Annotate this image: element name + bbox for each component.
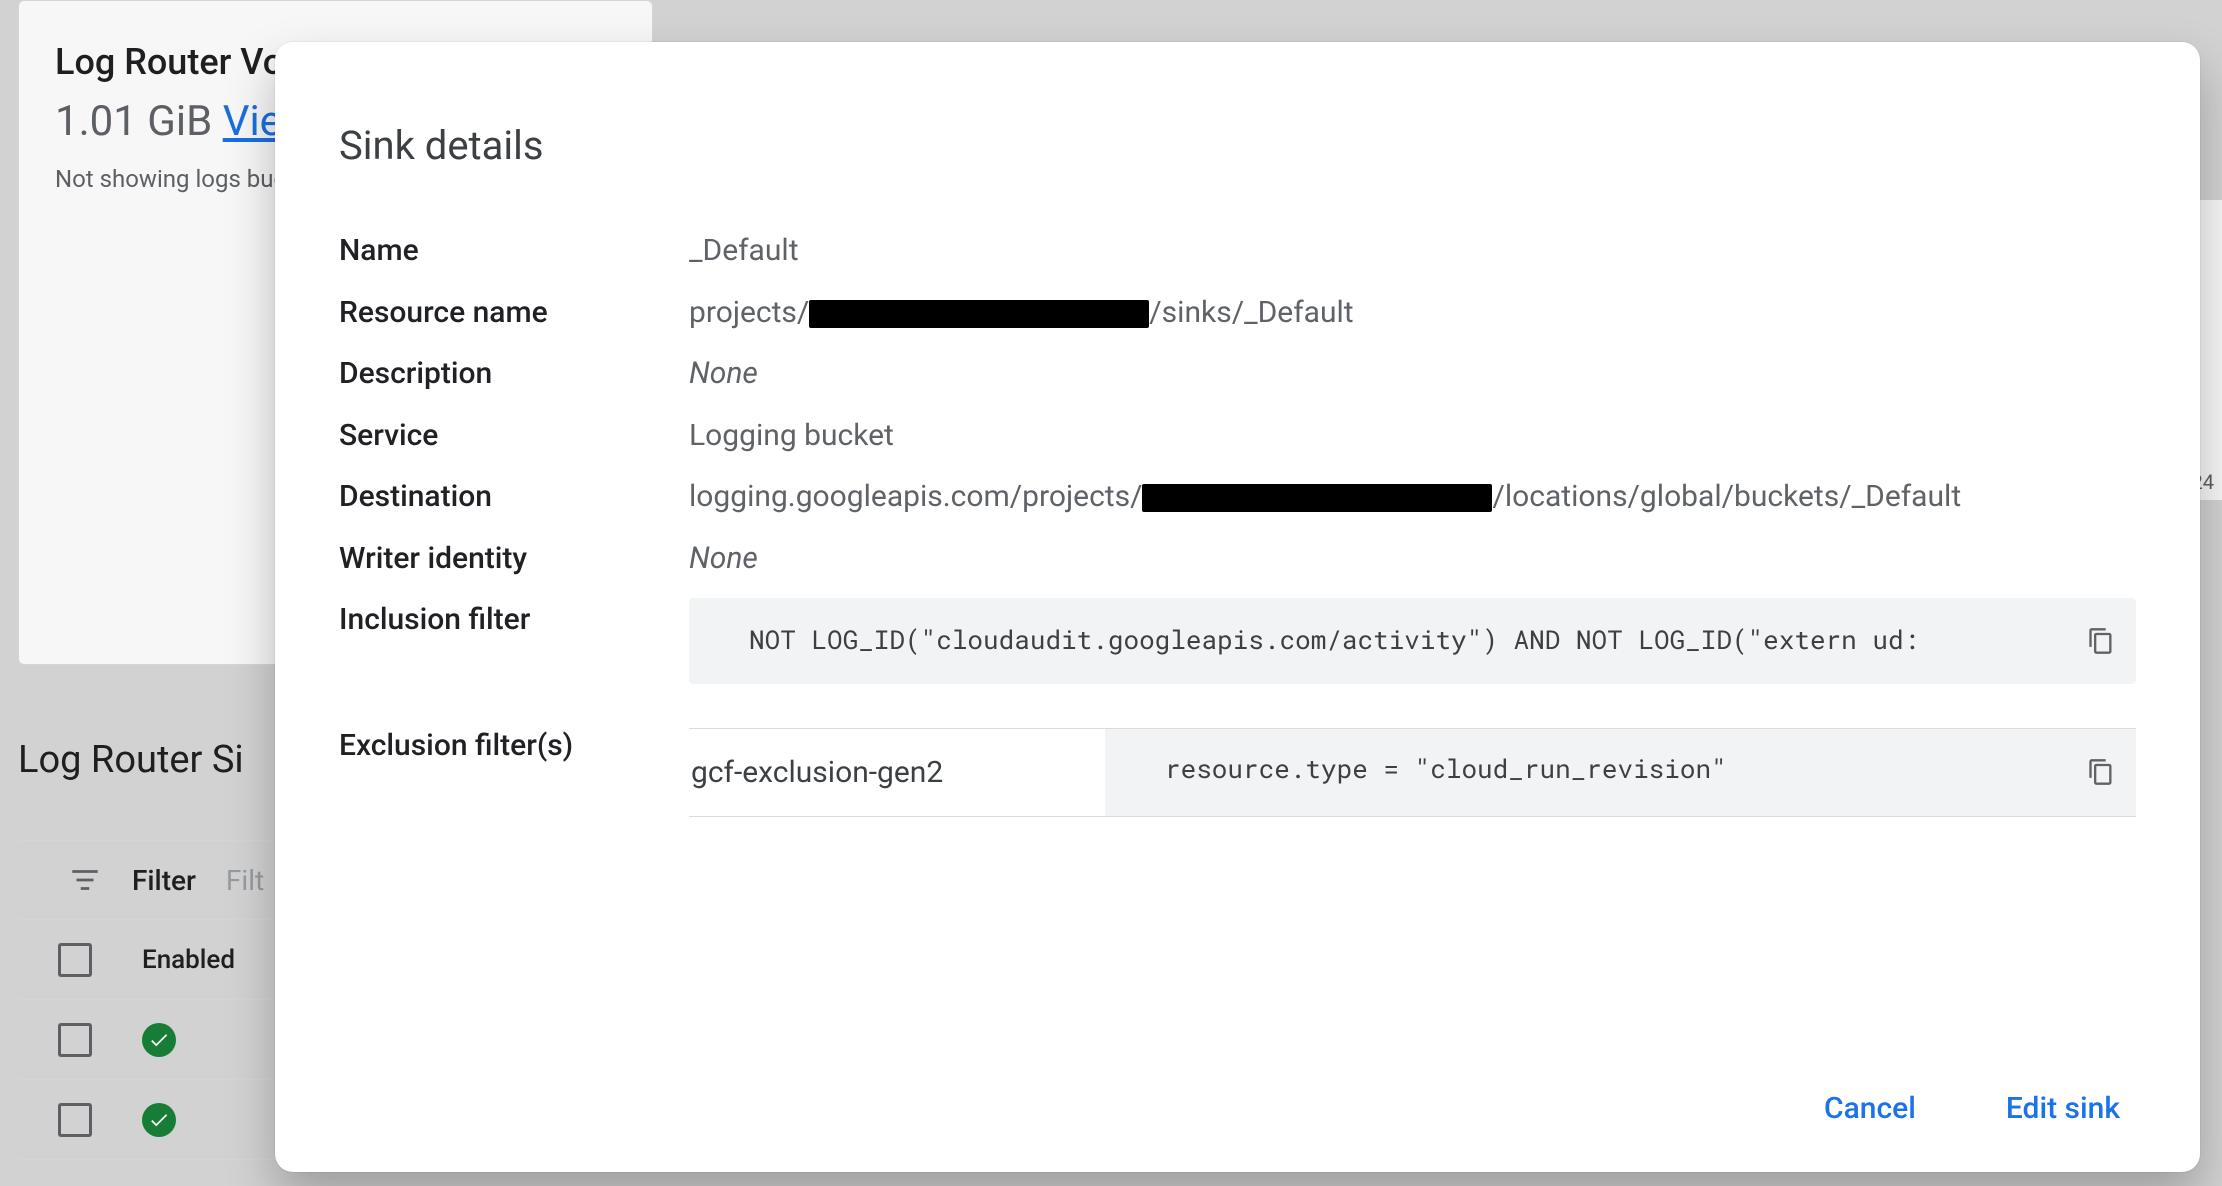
copy-inclusion-button[interactable] [2078, 621, 2118, 661]
copy-exclusion-button[interactable] [2078, 752, 2118, 792]
redacted-project-id [1142, 484, 1492, 512]
resource-suffix: /sinks/_Default [1149, 295, 1353, 330]
edit-sink-button[interactable]: Edit sink [2006, 1091, 2120, 1126]
sink-details-dialog: Sink details Name _Default Resource name… [275, 42, 2200, 1172]
destination-prefix: logging.googleapis.com/projects/ [689, 479, 1142, 514]
field-label-service: Service [339, 414, 689, 458]
dialog-title: Sink details [339, 122, 2136, 169]
cancel-button[interactable]: Cancel [1824, 1091, 1916, 1126]
exclusion-filter-code: resource.type = "cloud_run_revision" [1105, 729, 2136, 817]
copy-icon [2087, 627, 2115, 655]
destination-suffix: /locations/global/buckets/_Default [1492, 479, 1961, 514]
field-label-name: Name [339, 229, 689, 273]
field-label-resource: Resource name [339, 291, 689, 335]
field-value-name: _Default [689, 229, 2136, 273]
field-value-description: None [689, 352, 2136, 396]
field-value-service: Logging bucket [689, 414, 2136, 458]
field-value-resource: projects/ /sinks/_Default [689, 291, 2136, 335]
resource-prefix: projects/ [689, 295, 809, 330]
inclusion-code-text: NOT LOG_ID("cloudaudit.googleapis.com/ac… [749, 623, 1919, 657]
dialog-actions: Cancel Edit sink [1824, 1091, 2120, 1126]
field-label-description: Description [339, 352, 689, 396]
copy-icon [2087, 758, 2115, 786]
field-label-exclusion: Exclusion filter(s) [339, 724, 689, 768]
field-label-destination: Destination [339, 475, 689, 519]
field-value-writer: None [689, 537, 2136, 581]
redacted-project-id [809, 300, 1149, 328]
field-value-destination: logging.googleapis.com/projects/ /locatio… [689, 475, 2136, 519]
inclusion-filter-code: NOT LOG_ID("cloudaudit.googleapis.com/ac… [689, 598, 2136, 684]
exclusion-code-text: resource.type = "cloud_run_revision" [1165, 752, 1727, 786]
exclusion-filter-row: gcf-exclusion-gen2 resource.type = "clou… [689, 728, 2136, 818]
exclusion-filter-name: gcf-exclusion-gen2 [689, 729, 1105, 817]
field-label-inclusion: Inclusion filter [339, 598, 689, 642]
field-label-writer: Writer identity [339, 537, 689, 581]
